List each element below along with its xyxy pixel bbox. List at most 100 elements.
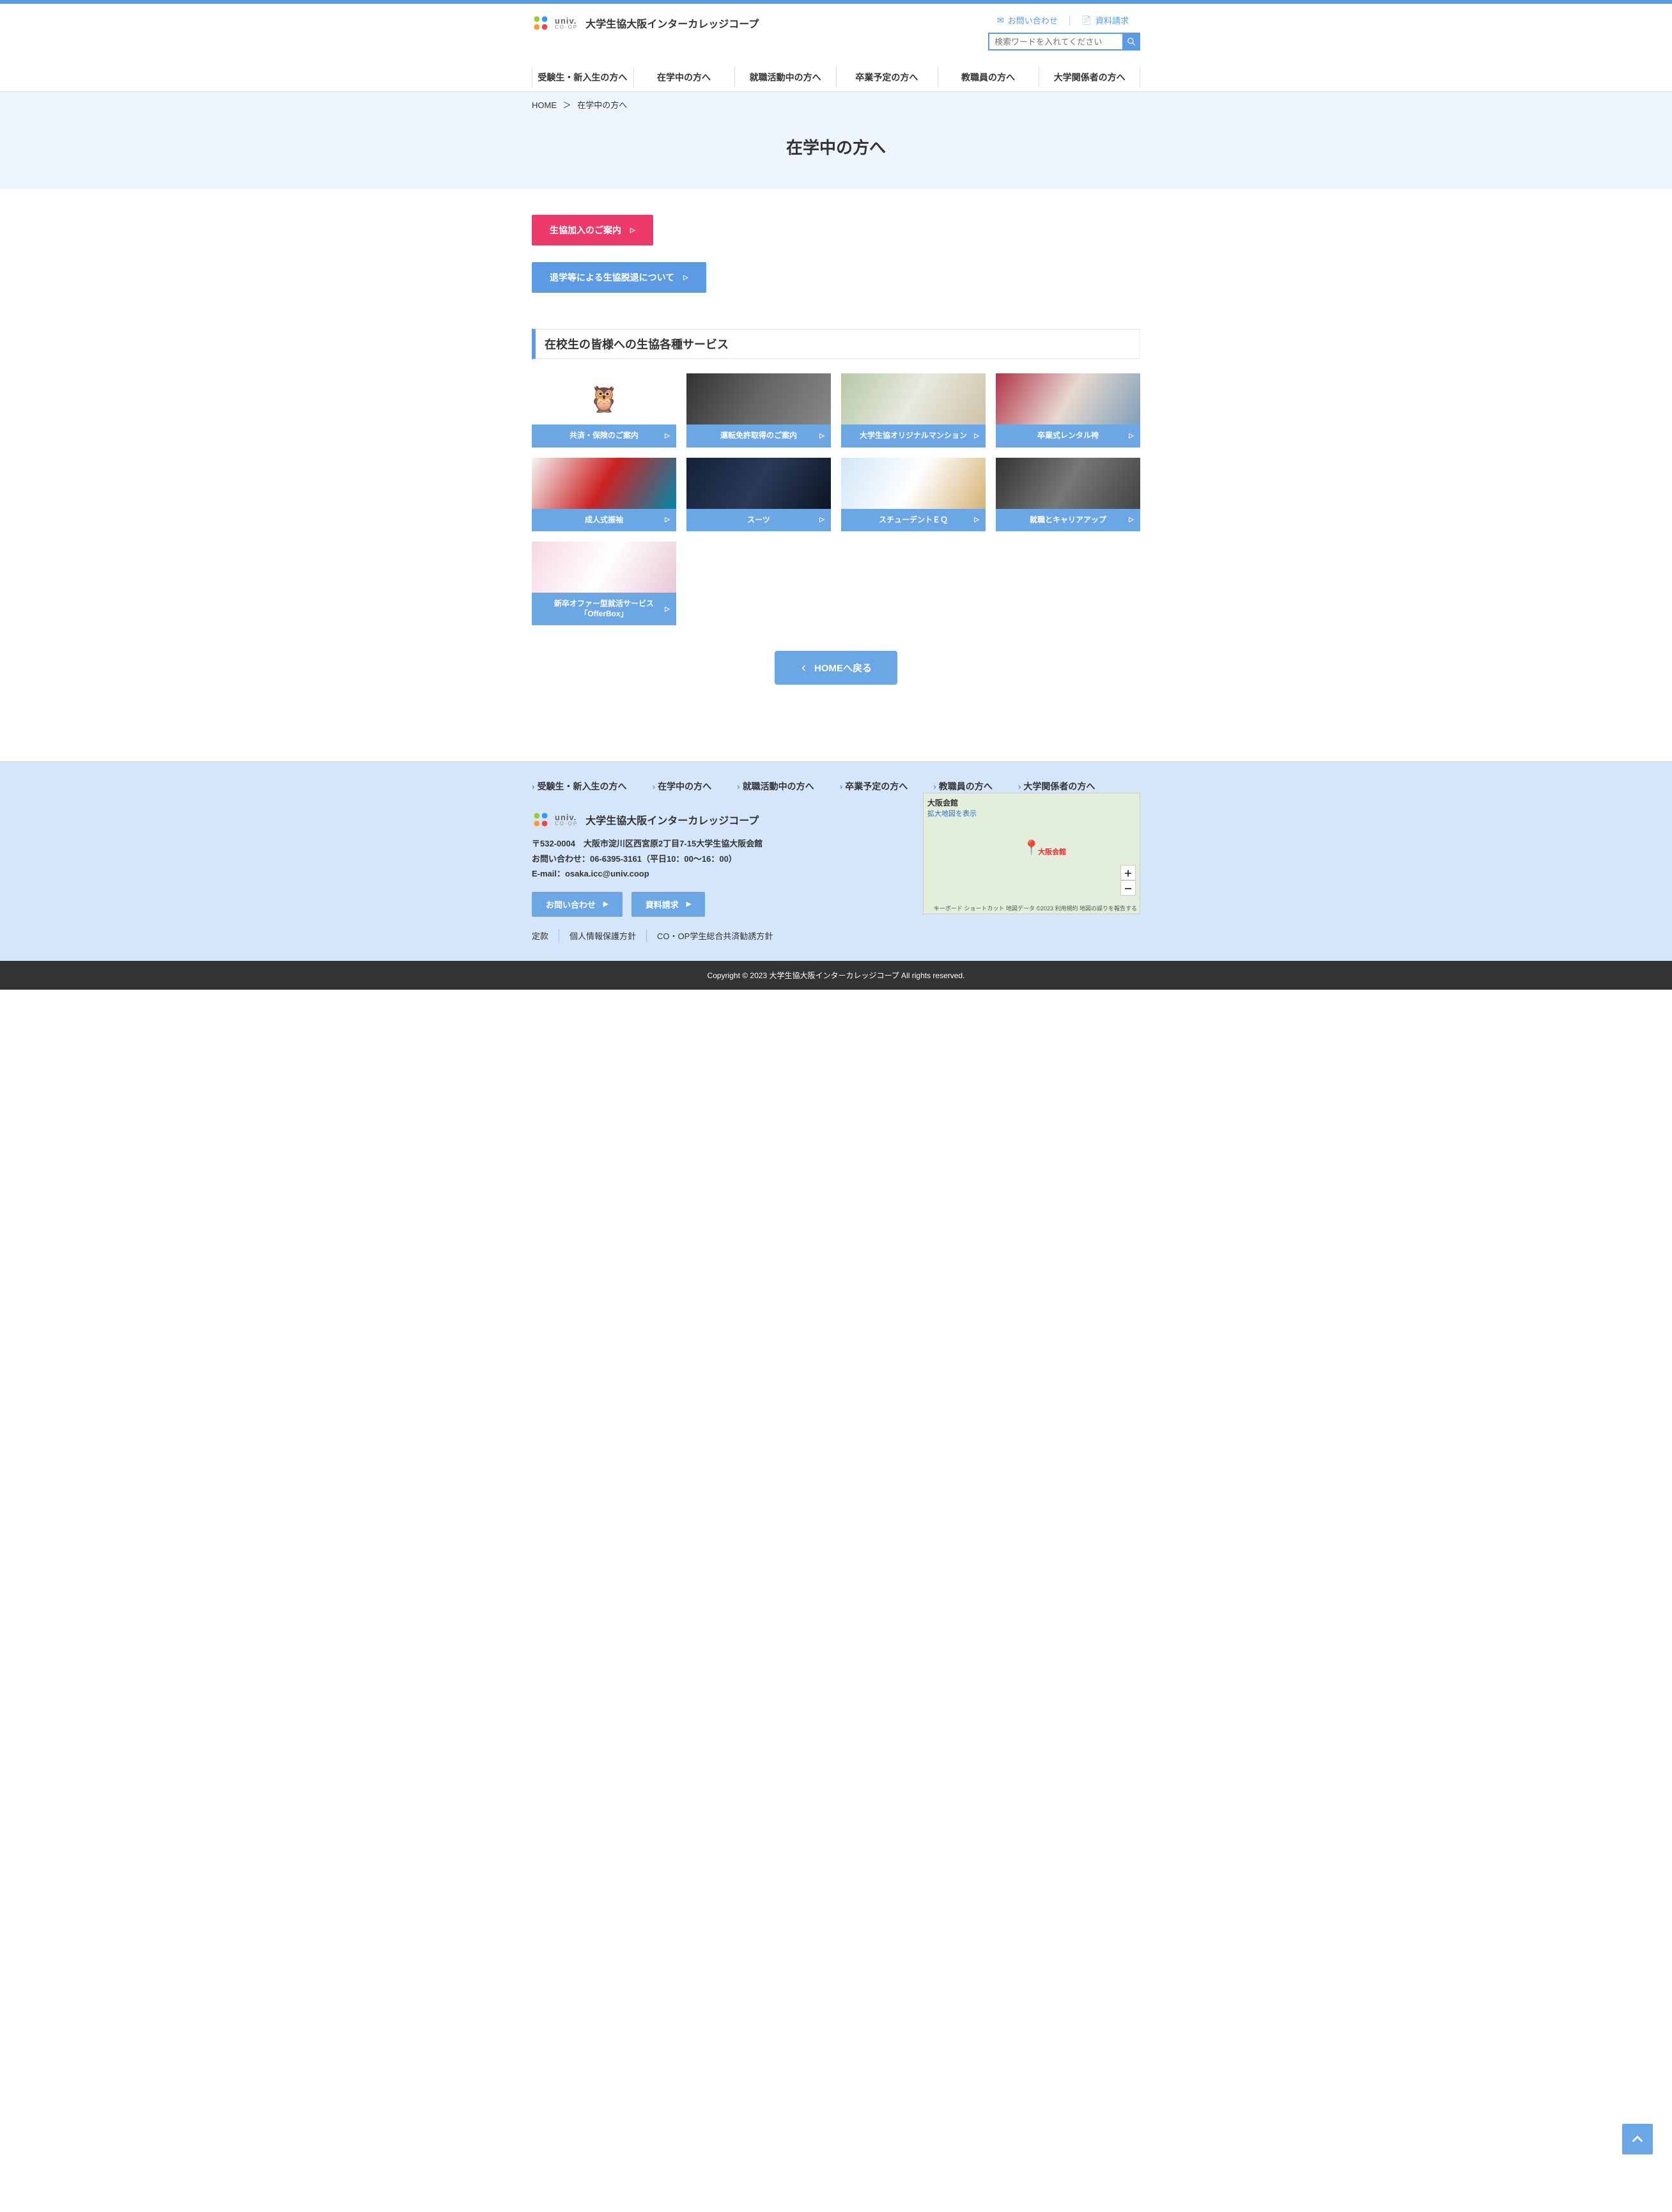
footer: 受験生・新入生の方へ 在学中の方へ 就職活動中の方へ 卒業予定の方へ 教職員の方…	[0, 761, 1672, 960]
back-home-button[interactable]: HOMEへ戻る	[775, 651, 897, 685]
card-image	[841, 458, 986, 509]
withdraw-button[interactable]: 退学等による生協脱退について ▷	[532, 262, 706, 293]
footer-contact-button[interactable]: お問い合わせ ▶	[532, 892, 623, 917]
breadcrumb-home[interactable]: HOME	[532, 100, 557, 110]
map-enlarge-link[interactable]: 拡大地図を表示	[927, 810, 977, 818]
card-license[interactable]: 運転免許取得のご案内▷	[686, 373, 831, 448]
gnav-item-jobhunt[interactable]: 就職活動中の方へ	[734, 63, 836, 91]
coop-logo-icon	[532, 14, 550, 32]
mail-icon: ✉	[997, 15, 1004, 26]
global-nav: 受験生・新入生の方へ 在学中の方へ 就職活動中の方へ 卒業予定の方へ 教職員の方…	[0, 63, 1672, 92]
footer-email: E-mail：osaka.icc@univ.coop	[532, 866, 904, 881]
card-offerbox[interactable]: 新卒オファー型就活サービス「OfferBox」▷	[532, 541, 676, 625]
fnav-item-staff[interactable]: 教職員の方へ	[933, 780, 993, 793]
chevron-left-icon	[800, 664, 808, 672]
logo-coop-sub: CO-OP	[555, 25, 578, 30]
triangle-right-icon: ▷	[630, 227, 635, 234]
card-furisode[interactable]: 成人式振袖 ▷	[532, 458, 676, 532]
gnav-item-university[interactable]: 大学関係者の方へ	[1039, 63, 1140, 91]
footer-link-solicitation[interactable]: CO・OP学生総合共済勧誘方針	[646, 930, 783, 942]
coop-logo-icon	[532, 811, 550, 829]
scroll-to-top-button[interactable]	[1622, 2124, 1653, 2154]
fnav-item-jobhunt[interactable]: 就職活動中の方へ	[737, 780, 814, 793]
services-section-title: 在校生の皆様への生協各種サービス	[532, 329, 1140, 359]
card-suit[interactable]: スーツ▷	[686, 458, 831, 532]
site-logo[interactable]: univ. CO-OP 大学生協大阪インターカレッジコープ	[532, 14, 759, 32]
footer-site-name: 大学生協大阪インターカレッジコープ	[585, 812, 759, 827]
triangle-right-icon: ▷	[1129, 516, 1134, 524]
footer-docs-button[interactable]: 資料請求 ▶	[631, 892, 706, 917]
card-image	[532, 541, 676, 593]
fnav-item-prospective[interactable]: 受験生・新入生の方へ	[532, 780, 627, 793]
card-image	[686, 458, 831, 509]
triangle-right-icon: ▷	[665, 516, 670, 524]
services-grid: 共済・保険のご案内▷ 運転免許取得のご案内▷ 大学生協オリジナルマンション▷ 卒…	[532, 373, 1140, 625]
map-zoom-controls: ＋ －	[1120, 865, 1136, 896]
card-label: 新卒オファー型就活サービス「OfferBox」	[534, 599, 674, 619]
footer-docs-label: 資料請求	[646, 898, 679, 910]
logo-coop-sub: CO-OP	[555, 822, 578, 827]
fnav-item-graduating[interactable]: 卒業予定の方へ	[840, 780, 908, 793]
card-label: 共済・保険のご案内	[569, 431, 639, 441]
card-image	[841, 373, 986, 424]
footer-postal: 〒532-0004 大阪市淀川区西宮原2丁目7-15大学生協大阪会館	[532, 836, 904, 851]
embedded-map[interactable]: 大阪会館 拡大地図を表示 📍 大阪会館 ＋ － キーボード ショートカット 地図…	[923, 793, 1140, 914]
docs-link[interactable]: 📄 資料請求	[1070, 14, 1140, 26]
logo-univ-text: univ.	[555, 17, 578, 25]
main-content: 生協加入のご案内 ▷ 退学等による生協脱退について ▷ 在校生の皆様への生協各種…	[532, 189, 1140, 723]
card-career[interactable]: 就職とキャリアアップ ▷	[996, 458, 1140, 532]
gnav-item-staff[interactable]: 教職員の方へ	[938, 63, 1039, 91]
card-image	[532, 373, 676, 424]
fnav-item-university[interactable]: 大学関係者の方へ	[1018, 780, 1095, 793]
withdraw-label: 退学等による生協脱退について	[550, 271, 674, 284]
card-hakama[interactable]: 卒業式レンタル袴 ▷	[996, 373, 1140, 448]
card-label: 就職とキャリアアップ	[1030, 515, 1106, 526]
card-label: 卒業式レンタル袴	[1037, 431, 1099, 441]
back-home-label: HOMEへ戻る	[814, 661, 872, 674]
triangle-right-icon: ▷	[1129, 432, 1134, 440]
triangle-right-icon: ▷	[819, 432, 824, 440]
fnav-item-current[interactable]: 在学中の方へ	[653, 780, 712, 793]
contact-link-label: お問い合わせ	[1008, 14, 1058, 26]
page-title: 在学中の方へ	[0, 117, 1672, 189]
footer-address: 〒532-0004 大阪市淀川区西宮原2丁目7-15大学生協大阪会館 お問い合わ…	[532, 836, 904, 881]
footer-tel: お問い合わせ：06-6395-3161（平日10：00～16：00）	[532, 852, 904, 866]
card-eq[interactable]: スチューデントＥＱ▷	[841, 458, 986, 532]
header: univ. CO-OP 大学生協大阪インターカレッジコープ ✉ お問い合わせ 📄…	[532, 4, 1140, 51]
card-image	[996, 458, 1140, 509]
card-mansion[interactable]: 大学生協オリジナルマンション ▷	[841, 373, 986, 448]
triangle-right-icon: ▷	[974, 432, 979, 440]
footer-link-articles[interactable]: 定款	[532, 930, 559, 942]
search-input[interactable]	[988, 33, 1122, 51]
copyright: Copyright © 2023 大学生協大阪インターカレッジコープ All r…	[0, 961, 1672, 990]
footer-contact-label: お問い合わせ	[546, 898, 596, 910]
map-pin-label: 大阪会館	[1038, 846, 1066, 857]
breadcrumb-current: 在学中の方へ	[577, 100, 627, 110]
card-insurance[interactable]: 共済・保険のご案内▷	[532, 373, 676, 448]
card-image	[996, 373, 1140, 424]
gnav-item-graduating[interactable]: 卒業予定の方へ	[836, 63, 938, 91]
docs-link-label: 資料請求	[1095, 14, 1129, 26]
card-label: 大学生協オリジナルマンション	[860, 431, 967, 441]
triangle-right-icon: ▶	[603, 901, 608, 908]
join-coop-button[interactable]: 生協加入のご案内 ▷	[532, 215, 653, 245]
chevron-up-icon	[1630, 2132, 1645, 2146]
search-button[interactable]	[1122, 33, 1140, 51]
gnav-item-current[interactable]: 在学中の方へ	[633, 63, 735, 91]
triangle-right-icon: ▷	[819, 516, 824, 524]
map-title: 大阪会館	[927, 797, 1136, 808]
contact-link[interactable]: ✉ お問い合わせ	[986, 14, 1069, 26]
triangle-right-icon: ▷	[683, 274, 688, 281]
join-coop-label: 生協加入のご案内	[550, 224, 621, 237]
footer-link-privacy[interactable]: 個人情報保護方針	[559, 930, 646, 942]
map-zoom-in-button[interactable]: ＋	[1120, 865, 1136, 880]
footer-small-links: 定款 個人情報保護方針 CO・OP学生総合共済勧誘方針	[532, 930, 904, 942]
document-icon: 📄	[1081, 15, 1092, 26]
site-name: 大学生協大阪インターカレッジコープ	[585, 15, 759, 31]
breadcrumb-sep: ＞	[559, 100, 575, 110]
map-zoom-out-button[interactable]: －	[1120, 880, 1136, 896]
logo-univ-text: univ.	[555, 813, 578, 822]
card-label: 成人式振袖	[585, 515, 623, 526]
gnav-item-prospective[interactable]: 受験生・新入生の方へ	[532, 63, 633, 91]
search-icon	[1127, 37, 1136, 46]
